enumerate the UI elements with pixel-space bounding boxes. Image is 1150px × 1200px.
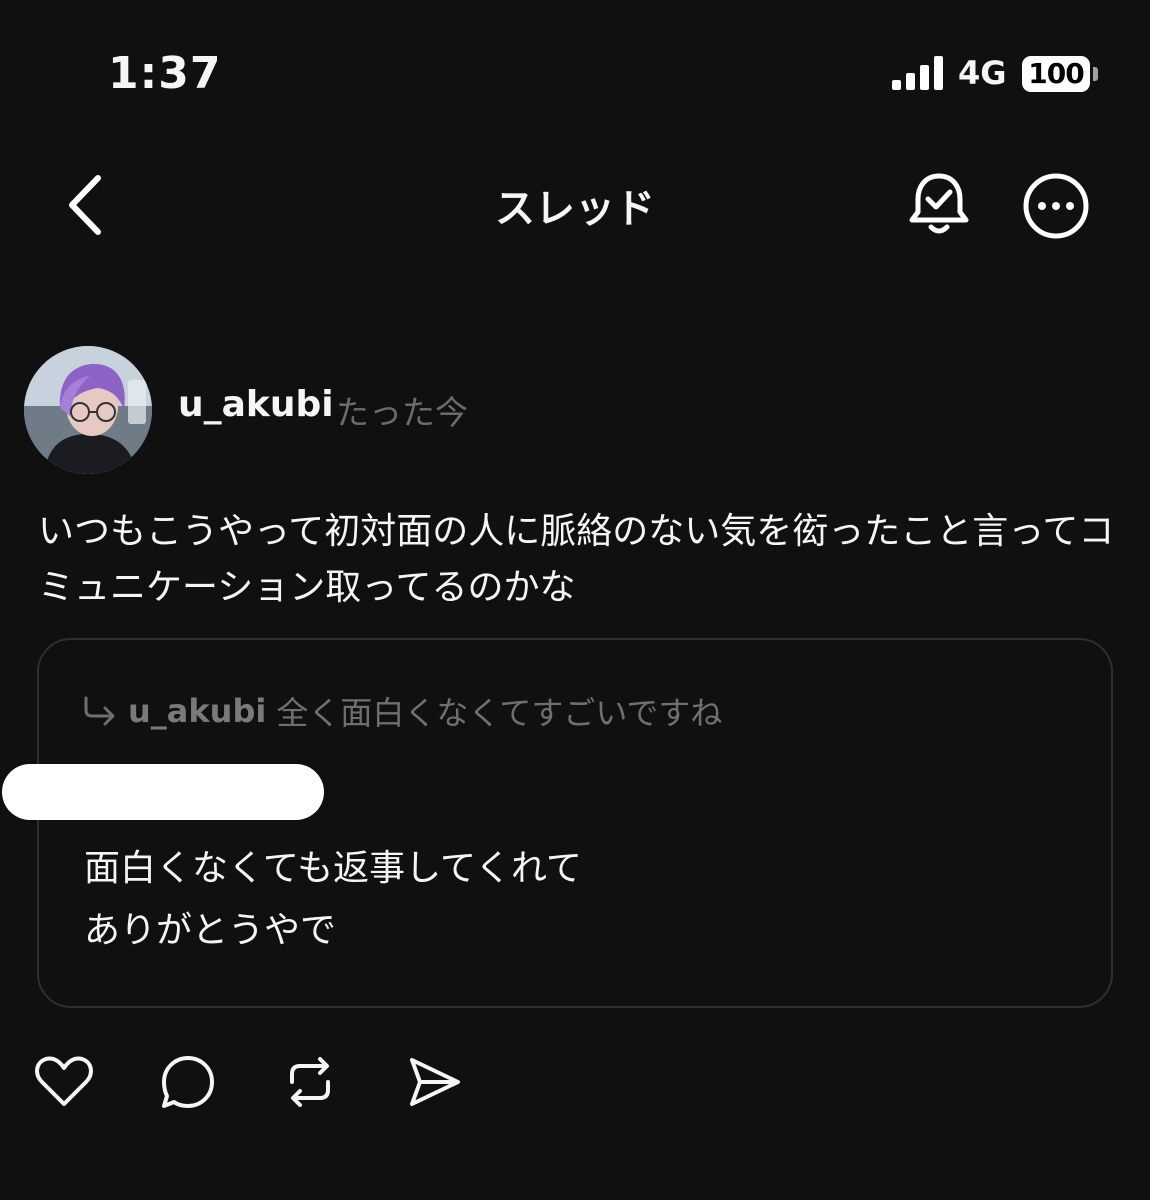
post-text-line: いつもこうやって初対面の人に脈絡のない気を衒ったこと言ってコ — [38, 511, 1115, 552]
reply-arrow-icon — [84, 696, 115, 726]
quoted-text-line: ありがとうやで — [84, 910, 337, 951]
post-timestamp: たった今 — [336, 393, 468, 432]
reply-username[interactable]: u_akubi — [128, 692, 266, 730]
redaction-overlay — [2, 764, 324, 820]
post-username[interactable]: u_akubi — [178, 384, 334, 425]
status-time: 1:37 — [108, 48, 222, 99]
avatar[interactable] — [24, 346, 152, 474]
heart-icon[interactable] — [34, 1052, 94, 1112]
reply-text: 全く面白くなくてすごいですね — [276, 694, 723, 732]
reply-context: u_akubi 全く面白くなくてすごいですね — [82, 688, 722, 734]
signal-icon — [892, 56, 943, 90]
page-title: スレッド — [495, 186, 655, 232]
bell-check-icon[interactable] — [906, 170, 972, 238]
post-text: いつもこうやって初対面の人に脈絡のない気を衒ったこと言ってコ ミュニケーション取… — [38, 504, 1128, 616]
quoted-text-line: 面白くなくても返事してくれて — [84, 848, 582, 889]
post-text-line: ミュニケーション取ってるのかな — [38, 567, 576, 608]
repost-icon[interactable] — [280, 1052, 340, 1112]
quoted-post-text: 面白くなくても返事してくれて ありがとうやで — [84, 838, 984, 962]
more-options-icon[interactable] — [1022, 172, 1090, 240]
battery-level: 100 — [1022, 56, 1090, 92]
network-label: 4G — [958, 54, 1007, 92]
comment-icon[interactable] — [158, 1052, 218, 1112]
battery-icon: 100 — [1022, 56, 1100, 92]
send-icon[interactable] — [404, 1052, 464, 1112]
